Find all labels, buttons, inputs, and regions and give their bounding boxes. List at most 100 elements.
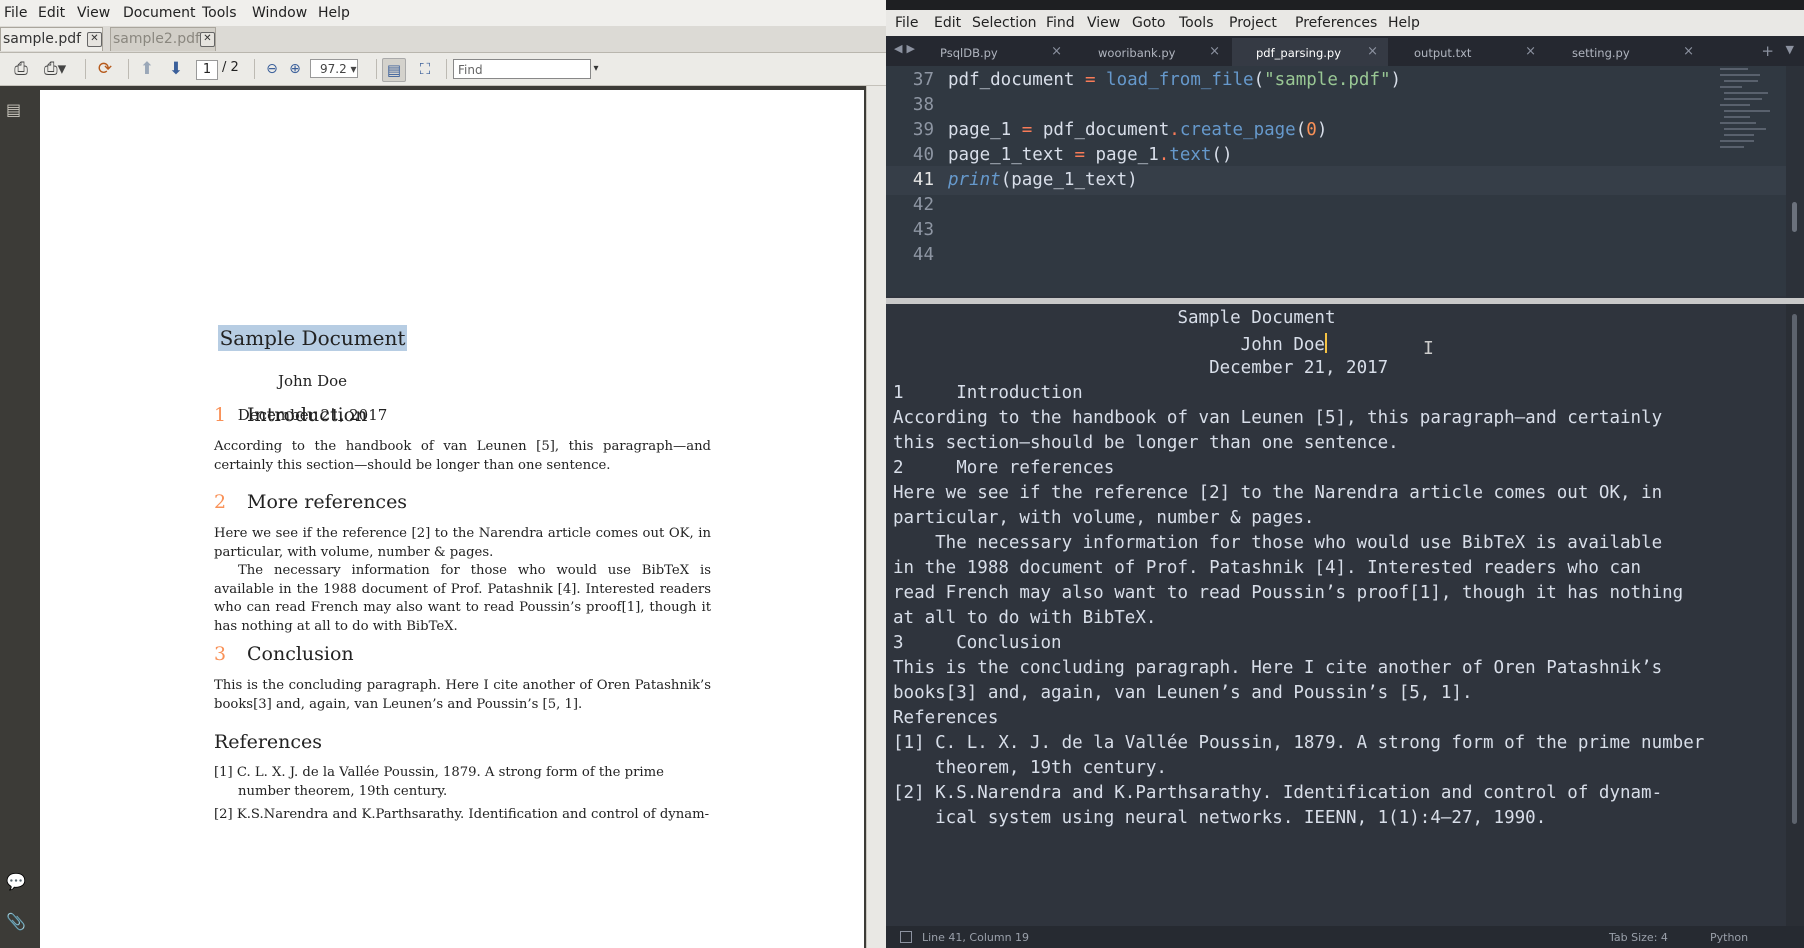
token-var: page_1 — [948, 120, 1012, 140]
new-tab-icon[interactable]: + — [1761, 42, 1774, 60]
toolbar-separator — [85, 59, 86, 79]
fit-page-icon[interactable]: ▤ — [382, 58, 406, 82]
menu-file[interactable]: File — [895, 15, 918, 31]
output-line: particular, with volume, number & pages. — [893, 508, 1315, 528]
scrollbar-thumb[interactable] — [1792, 314, 1797, 824]
menu-edit[interactable]: Edit — [38, 5, 65, 21]
tab-pdf-parsing-py[interactable]: pdf_parsing.py × — [1232, 38, 1388, 66]
tab-sample2-pdf[interactable]: sample2.pdf ✕ — [110, 27, 216, 51]
comments-icon[interactable]: 💬 — [6, 872, 26, 891]
code-area[interactable]: 37 pdf_document = load_from_file("sample… — [886, 66, 1786, 296]
token-obj: page_1 — [1095, 145, 1159, 165]
token-var: pdf_document — [948, 70, 1075, 90]
toolbar-separator — [254, 59, 255, 79]
code-editor-window: File Edit Selection Find View Goto Tools… — [886, 0, 1804, 948]
line-number: 42 — [912, 195, 934, 215]
section-number: 1 — [214, 404, 227, 426]
token-fn: text — [1169, 145, 1212, 165]
menu-tools[interactable]: Tools — [202, 5, 237, 21]
code-line: 44 — [886, 241, 1786, 270]
output-line: References — [893, 708, 999, 728]
output-line: This is the concluding paragraph. Here I… — [893, 658, 1663, 678]
menu-selection[interactable]: Selection — [972, 15, 1037, 31]
token-dot: . — [1158, 145, 1170, 165]
paragraph: This is the concluding paragraph. Here I… — [214, 678, 711, 712]
close-icon[interactable]: × — [1683, 44, 1694, 59]
toolbar-separator — [128, 59, 129, 79]
section-title: Introduction — [247, 404, 368, 426]
tab-psqldb-py[interactable]: PsqlDB.py × — [916, 38, 1072, 66]
print-icon[interactable]: ⎙ — [10, 58, 32, 80]
close-icon[interactable]: ✕ — [87, 32, 102, 47]
output-line: 2 More references — [893, 458, 1115, 478]
line-number: 43 — [912, 220, 934, 240]
section-heading-conclusion: 3 Conclusion — [214, 643, 354, 665]
menu-file[interactable]: File — [4, 5, 27, 21]
section-heading-more-references: 2 More references — [214, 491, 407, 513]
zoom-select[interactable]: 97.2 ▾ — [310, 59, 358, 78]
pdf-scrollbar[interactable] — [866, 86, 886, 948]
output-line: theorem, 19th century. — [893, 758, 1167, 778]
code-text: page_1 = pdf_document.create_page(0) — [948, 120, 1327, 140]
menu-document[interactable]: Document — [123, 5, 196, 21]
minimap[interactable] — [1718, 66, 1773, 176]
pdf-sidebar: ▤ 💬 📎 — [0, 86, 29, 948]
output-line: ical system using neural networks. IEENN… — [893, 808, 1547, 828]
attachment-icon[interactable]: 📎 — [6, 912, 26, 931]
output-scrollbar[interactable] — [1786, 304, 1804, 926]
tab-label: sample2.pdf — [113, 31, 200, 47]
menu-help[interactable]: Help — [318, 5, 350, 21]
page-up-icon[interactable]: ⬆ — [136, 58, 158, 80]
rotate-icon[interactable]: ⟳ — [94, 58, 116, 80]
menu-find[interactable]: Find — [1046, 15, 1075, 31]
tab-sample-pdf[interactable]: sample.pdf ✕ — [0, 27, 103, 51]
print-options-icon[interactable]: ⎙▾ — [44, 58, 66, 80]
code-text: print(page_1_text) — [948, 170, 1138, 190]
output-line: [2] K.S.Narendra and K.Parthsarathy. Ide… — [893, 783, 1663, 803]
close-icon[interactable]: × — [1525, 44, 1536, 59]
menu-edit[interactable]: Edit — [934, 15, 961, 31]
zoom-out-icon[interactable]: ⊖ — [261, 58, 283, 80]
tab-wooribank-py[interactable]: wooribank.py × — [1074, 38, 1230, 66]
scrollbar-thumb[interactable] — [1792, 202, 1797, 232]
page-number-input[interactable]: 1 — [196, 60, 218, 80]
page-down-icon[interactable]: ⬇ — [165, 58, 187, 80]
close-icon[interactable]: × — [1367, 44, 1378, 59]
menu-window[interactable]: Window — [252, 5, 307, 21]
token-paren: () — [1211, 145, 1233, 165]
menu-preferences[interactable]: Preferences — [1295, 15, 1377, 31]
find-dropdown-icon[interactable]: ▾ — [585, 58, 607, 80]
code-scrollbar[interactable] — [1786, 66, 1804, 298]
close-icon[interactable]: × — [1051, 44, 1062, 59]
menu-project[interactable]: Project — [1229, 15, 1277, 31]
mouse-ibeam-cursor-icon: I — [1423, 338, 1434, 359]
menu-view[interactable]: View — [1087, 15, 1120, 31]
menu-view[interactable]: View — [77, 5, 110, 21]
output-line: at all to do with BibTeX. — [893, 608, 1157, 628]
output-panel[interactable]: Sample Document John Doe December 21, 20… — [886, 304, 1786, 926]
syntax-mode[interactable]: Python — [1710, 931, 1748, 944]
menu-help[interactable]: Help — [1388, 15, 1420, 31]
panel-toggle-icon[interactable] — [900, 931, 912, 943]
tab-list-dropdown-icon[interactable]: ▼ — [1786, 43, 1794, 56]
section-title: More references — [247, 491, 408, 513]
tab-size[interactable]: Tab Size: 4 — [1609, 931, 1668, 944]
pdf-viewer-window: File Edit View Document Tools Window Hel… — [0, 0, 886, 948]
find-input[interactable]: Find — [453, 59, 591, 79]
status-bar: Line 41, Column 19 Tab Size: 4 Python — [886, 926, 1804, 948]
close-icon[interactable]: ✕ — [200, 32, 215, 47]
tab-output-txt[interactable]: output.txt × — [1390, 38, 1546, 66]
close-icon[interactable]: × — [1209, 44, 1220, 59]
line-number: 40 — [912, 145, 934, 165]
tab-setting-py[interactable]: setting.py × — [1548, 38, 1704, 66]
token-obj: pdf_document — [1042, 120, 1170, 140]
thumbnails-icon[interactable]: ▤ — [6, 100, 21, 119]
editor-tab-bar: ◀▶ PsqlDB.py × wooribank.py × pdf_parsing.… — [886, 36, 1804, 66]
menu-goto[interactable]: Goto — [1132, 15, 1165, 31]
toolbar-separator — [376, 59, 377, 79]
output-line: The necessary information for those who … — [893, 533, 1663, 553]
zoom-in-icon[interactable]: ⊕ — [284, 58, 306, 80]
doc-title-text: Sample Document — [217, 325, 408, 351]
fit-width-icon[interactable]: ⛶ — [414, 58, 436, 80]
menu-tools[interactable]: Tools — [1179, 15, 1214, 31]
